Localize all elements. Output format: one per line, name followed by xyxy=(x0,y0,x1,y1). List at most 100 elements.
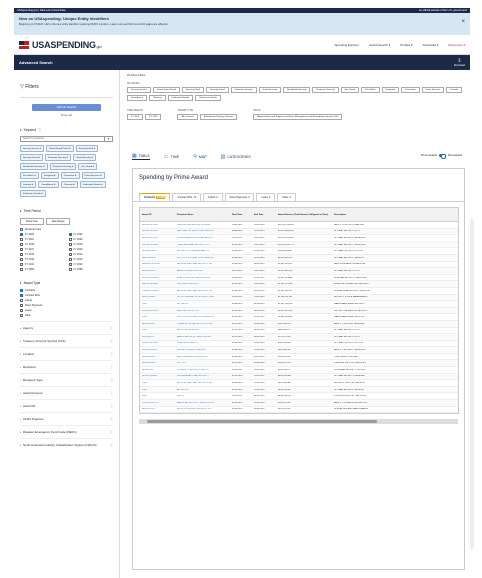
flag-logo-icon[interactable] xyxy=(19,40,29,49)
keyword-filter-pill[interactable]: Security Guard xyxy=(206,87,229,93)
keyword-filter-pill[interactable]: Security Service xyxy=(127,87,151,93)
recipient-link[interactable]: NEXT DEFENSE SERVICES LLC xyxy=(175,356,230,358)
keyword-chip[interactable]: Prevention ⊗ xyxy=(60,172,80,179)
recipient-link[interactable]: FLUOR FEDERAL PETROLEUM OPER xyxy=(175,296,230,298)
award-tab[interactable]: Contract IDVs72 xyxy=(172,193,202,201)
recipient-link[interactable]: TRIAD NATIONAL LLC xyxy=(175,342,230,344)
award-id-link[interactable]: HHSD12923C xyxy=(140,408,175,410)
nav-resources[interactable]: Resources ▾ xyxy=(448,43,465,47)
keyword-filter-pill[interactable]: Surveillance xyxy=(127,95,147,101)
fiscal-year-checkbox[interactable]: FY 2013 xyxy=(20,258,65,261)
fiscal-year-checkbox[interactable]: FY 2014 xyxy=(68,253,114,256)
time-filter-pill[interactable]: FY 2022 xyxy=(145,114,162,120)
recipient-link[interactable]: ACTIVE LLC xyxy=(175,389,230,391)
award-tab[interactable]: Loans0 xyxy=(256,193,276,201)
filter-category-toggle[interactable]: › Award Amount ⓘ xyxy=(20,386,113,399)
checkbox-icon[interactable] xyxy=(68,233,72,236)
column-header[interactable]: Recipient Name xyxy=(175,214,230,216)
award-id-link[interactable]: N69521R0002 xyxy=(140,296,175,298)
checkbox-icon[interactable] xyxy=(68,258,72,261)
fiscal-year-checkbox[interactable]: FY 2009 xyxy=(20,268,65,271)
search-icon[interactable]: ⌕ xyxy=(105,136,113,142)
award-id-link[interactable]: N0014723R0003 xyxy=(140,283,175,285)
fiscal-year-checkbox[interactable]: FY 2016 xyxy=(68,248,114,251)
recipient-link[interactable]: ARMOR SUPPORT SERVICES INC xyxy=(175,277,230,279)
prime-sub-toggle[interactable]: Prime Awards Sub-Awards xyxy=(421,154,462,159)
keyword-chip[interactable]: Protection Guards ⊗ xyxy=(20,190,47,197)
filter-category-toggle[interactable]: › Recipient ⓘ xyxy=(20,360,113,373)
tab-time[interactable]: ▭ TIME xyxy=(164,154,179,160)
award-id-link[interactable]: N69450R0044 xyxy=(140,362,175,364)
recipient-link[interactable]: BECHTEL NATIONAL SECURITY INC xyxy=(175,290,230,292)
official-site-notice[interactable]: An official website of the U.S. governme… xyxy=(419,9,467,12)
fiscal-year-checkbox[interactable]: FY 2008 xyxy=(68,268,114,271)
keyword-chip[interactable]: Security Service ⊗ xyxy=(20,145,45,152)
checkbox-icon[interactable] xyxy=(68,243,72,246)
column-header[interactable]: Award Amount (Total Amount Obligated to … xyxy=(276,214,332,216)
award-id-link[interactable]: N0016323C0008 xyxy=(140,224,175,226)
recipient-link[interactable]: BECHTEL NATIONAL SECURITY INC xyxy=(175,382,230,384)
award-type-checkbox[interactable]: Direct Payments xyxy=(20,304,113,307)
award-id-link[interactable]: N61340WG0027 xyxy=(140,250,175,252)
checkbox-icon[interactable] xyxy=(68,263,72,266)
column-header[interactable]: Award ID xyxy=(140,214,175,216)
fiscal-year-checkbox[interactable]: FY 2017 xyxy=(20,248,65,251)
award-tab[interactable]: Grants0 xyxy=(203,193,223,201)
award-type-checkbox[interactable]: Grants xyxy=(20,299,113,302)
award-id-link[interactable]: N69450R0003 xyxy=(140,356,175,358)
checkbox-icon[interactable] xyxy=(68,248,72,251)
column-header[interactable]: Start Date xyxy=(230,214,252,216)
column-header[interactable]: Description xyxy=(332,214,380,216)
filter-category-toggle[interactable]: › Agency ⓘ xyxy=(20,321,113,334)
site-logo[interactable]: USASPENDING.gov xyxy=(32,40,102,50)
award-type-checkbox[interactable]: Contracts xyxy=(20,289,113,292)
keyword-filter-pill[interactable]: Fire Watch xyxy=(361,87,380,93)
keyword-chip[interactable]: Protective Security ⊗ xyxy=(49,163,77,170)
award-id-link[interactable]: W9124823C0019 xyxy=(140,310,175,312)
keyword-filter-pill[interactable]: Protection Guards xyxy=(195,95,221,101)
checkbox-icon[interactable] xyxy=(68,238,72,241)
checkbox-icon[interactable] xyxy=(68,268,72,271)
keyword-filter-pill[interactable]: Laundry xyxy=(446,87,463,93)
award-type-checkbox[interactable]: Contract IDVs xyxy=(20,294,113,297)
award-id-link[interactable]: 70SBUR23C0023 xyxy=(140,290,175,292)
keyword-chip[interactable]: Guard Security ⊗ xyxy=(73,154,97,161)
keyword-filter-pill[interactable]: Protective Security xyxy=(312,87,339,93)
fiscal-year-checkbox[interactable]: FY 2010 xyxy=(68,263,114,266)
all-fiscal-years-checkbox[interactable]: All Fiscal Years xyxy=(20,228,113,231)
fiscal-year-checkbox[interactable]: FY 2011 xyxy=(20,263,65,266)
keyword-chip[interactable]: Cleaning ⊗ xyxy=(60,181,78,188)
recipient-link[interactable]: ETC LLC xyxy=(175,362,230,364)
recipient-link[interactable]: BECHTEL NATIONAL SECURITY INC xyxy=(175,263,230,265)
award-id-link[interactable]: N00014R0002 xyxy=(140,257,175,259)
recipient-link[interactable]: NATIONAL TECHNOLOGIES SERVICE xyxy=(175,230,230,232)
keyword-filter-pill[interactable]: Guard Guard Patrol xyxy=(152,87,180,93)
award-id-link[interactable]: HHSD8123C0033P xyxy=(140,263,175,265)
nav-download[interactable]: Download ▾ xyxy=(423,43,439,47)
keyword-section-toggle[interactable]: ▾ Keyword ⓘ xyxy=(20,123,113,134)
recipient-link[interactable]: CORNELL CONSTRUCTION LLC xyxy=(175,369,230,371)
award-id-link[interactable]: 1008 xyxy=(140,382,175,384)
filter-category-toggle[interactable]: › North American Industry Classification … xyxy=(20,438,113,451)
award-id-link[interactable]: W9124722C0002 xyxy=(140,277,175,279)
checkbox-icon[interactable] xyxy=(68,253,72,256)
time-filter-pill[interactable]: FY 2023 xyxy=(127,114,144,120)
award-id-link[interactable]: W91QVN23C029 xyxy=(140,402,175,404)
recipient-link[interactable]: CONSOLIDATED NUCLEAR SECURITY xyxy=(175,237,230,239)
recipient-link[interactable]: VECTRUS SYSTEMS CORPORATION xyxy=(175,316,230,318)
keyword-chip[interactable]: Detection Security ⊗ xyxy=(45,154,72,161)
recipient-link[interactable]: LIGHTHOUSE SERVICE PROFESS xyxy=(175,224,230,226)
checkbox-icon[interactable] xyxy=(20,243,23,246)
award-tab[interactable]: Direct Payments0 xyxy=(224,193,255,201)
fiscal-year-checkbox[interactable]: FY 2015 xyxy=(20,253,65,256)
award-id-link[interactable]: 1008 xyxy=(140,389,175,391)
keyword-chip[interactable]: Residential Security ⊗ xyxy=(20,163,48,170)
checkbox-icon[interactable] xyxy=(20,248,23,251)
fiscal-year-checkbox[interactable]: FY 2020 xyxy=(68,238,114,241)
keyword-filter-pill[interactable]: Cleaning xyxy=(148,95,166,101)
keyword-chip[interactable]: Guard Guard Patrol ⊗ xyxy=(46,145,74,152)
fiscal-year-checkbox[interactable]: FY 2018 xyxy=(68,243,114,246)
checkbox-icon[interactable] xyxy=(20,238,23,241)
award-id-link[interactable]: W91QVN23C03 xyxy=(140,349,175,351)
horizontal-scrollbar[interactable] xyxy=(139,419,458,425)
